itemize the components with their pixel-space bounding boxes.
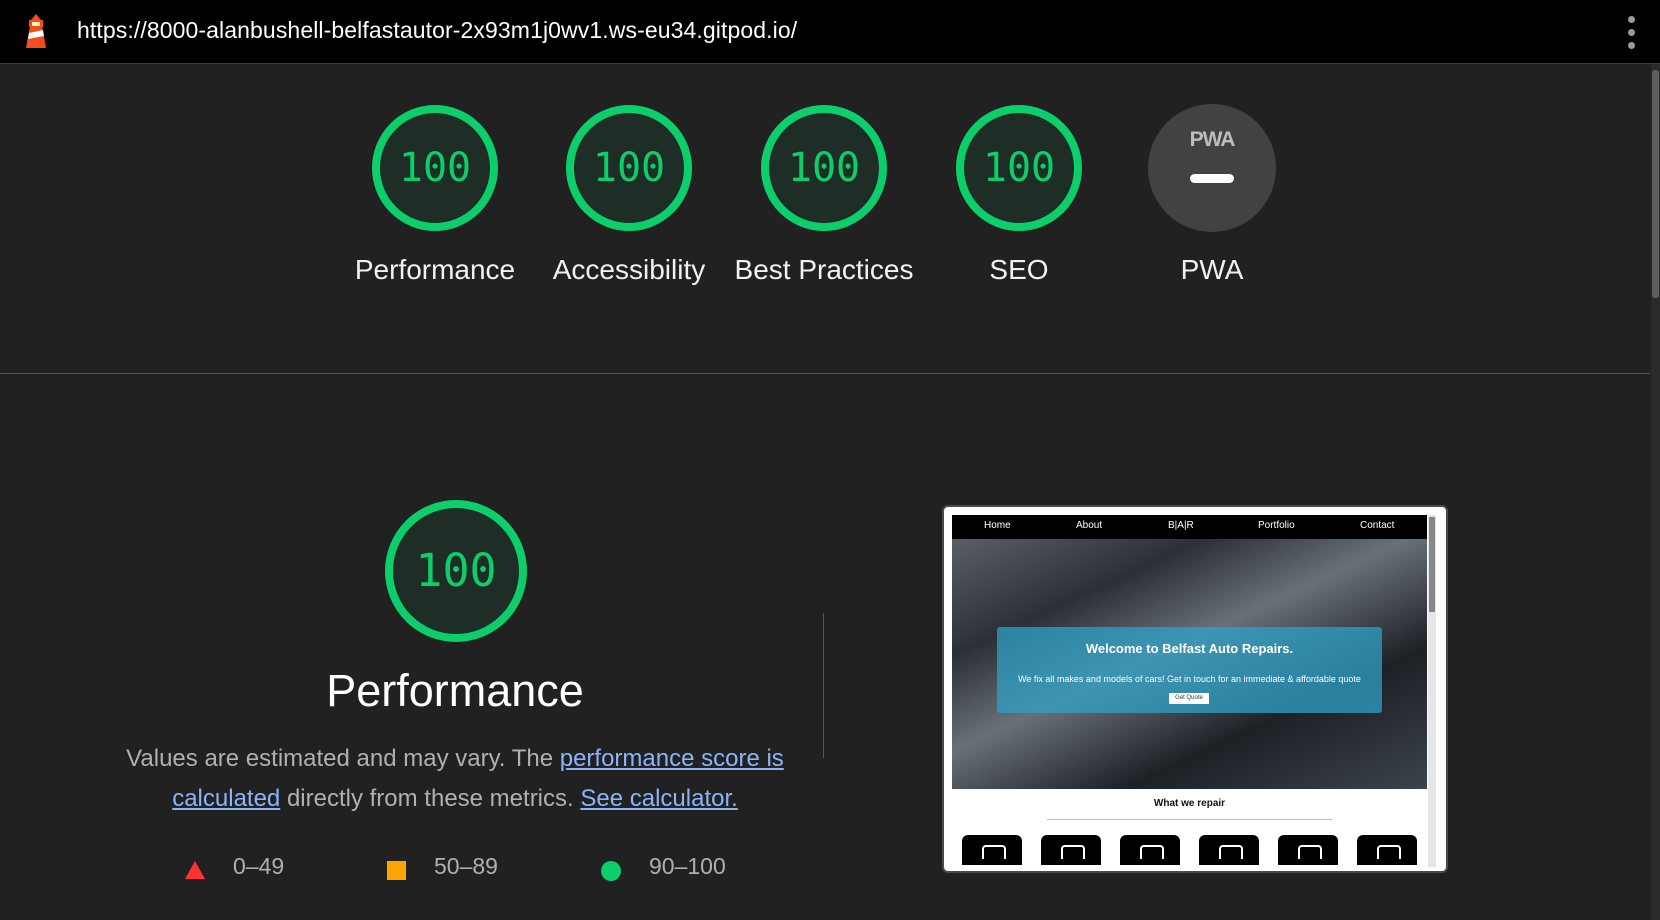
gauge-performance[interactable]: 100 (371, 104, 499, 232)
desc-text: directly from these metrics. (280, 785, 581, 812)
legend-range-average: 50–89 (434, 853, 498, 879)
legend-range-fail: 0–49 (233, 853, 285, 879)
performance-score: 100 (415, 544, 497, 597)
screenshot-nav-item: About (1076, 520, 1103, 531)
car-damage-icon (1041, 835, 1101, 865)
gauge-best-practices[interactable]: 100 (760, 104, 888, 232)
screenshot-hero-button: Get Quote (1169, 693, 1209, 704)
desc-text: Values are estimated and may vary. The (126, 745, 560, 772)
gauge-score: 100 (787, 145, 861, 191)
gauge-score: 100 (982, 145, 1056, 191)
screenshot-nav-item: Home (984, 520, 1011, 531)
screenshot-hero-text: We fix all makes and models of cars! Get… (1018, 674, 1361, 684)
lighthouse-logo-icon (20, 12, 52, 50)
gauge-accessibility[interactable]: 100 (565, 104, 693, 232)
gauge-label-accessibility[interactable]: Accessibility (539, 250, 719, 290)
gauge-score: 100 (592, 145, 666, 191)
legend-range-pass: 90–100 (649, 853, 726, 879)
browser-toolbar: https://8000-alanbushell-belfastautor-2x… (0, 0, 1660, 64)
section-divider (0, 373, 1650, 374)
performance-title: Performance (326, 665, 584, 716)
gauge-label-best-practices[interactable]: Best Practices (734, 250, 914, 290)
screenshot-section-title: What we repair (1153, 798, 1226, 809)
screenshot-hero-heading: Welcome to Belfast Auto Repairs. (1085, 641, 1294, 656)
balance-icon (1120, 835, 1180, 865)
fail-triangle-icon (185, 861, 205, 879)
screenshot-nav-item: Contact (1360, 520, 1395, 531)
screenshot-nav-item: Portfolio (1258, 520, 1295, 531)
gauge-label-seo[interactable]: SEO (929, 250, 1109, 290)
gears-icon (1278, 835, 1338, 865)
screenshot-hero-box: Welcome to Belfast Auto Repairs. We fix … (997, 627, 1382, 713)
pass-circle-icon (601, 861, 621, 881)
url-text[interactable]: https://8000-alanbushell-belfastautor-2x… (77, 17, 797, 44)
pwa-badge-icon: PWA (1189, 128, 1236, 151)
gauge-seo[interactable]: 100 (955, 104, 1083, 232)
warning-icon (1357, 835, 1417, 865)
gauge-label-pwa[interactable]: PWA (1122, 250, 1302, 290)
screenshot-nav: Home About B|A|R Portfolio Contact (952, 515, 1427, 539)
vertical-divider (823, 613, 824, 758)
gauge-pwa[interactable]: PWA (1148, 104, 1276, 232)
car-icon (962, 835, 1022, 865)
performance-gauge-large: 100 (383, 498, 529, 644)
screenshot-scrollbar-thumb (1429, 517, 1435, 612)
engine-icon (1199, 835, 1259, 865)
page-scrollbar-thumb[interactable] (1652, 70, 1659, 298)
screenshot-hero-image: Welcome to Belfast Auto Repairs. We fix … (952, 539, 1427, 789)
see-calculator-link[interactable]: See calculator. (580, 785, 737, 812)
more-options-icon[interactable] (1626, 16, 1638, 50)
gauge-label-performance[interactable]: Performance (345, 250, 525, 290)
screenshot-nav-item: B|A|R (1168, 520, 1194, 531)
gauge-score: 100 (398, 145, 472, 191)
screenshot-repair-icons (962, 835, 1422, 865)
performance-description: Values are estimated and may vary. The p… (125, 739, 785, 819)
pwa-dash-icon (1190, 174, 1234, 183)
average-square-icon (387, 861, 406, 880)
screenshot-section-divider (1047, 819, 1332, 820)
final-screenshot[interactable]: Home About B|A|R Portfolio Contact Welco… (942, 505, 1448, 873)
